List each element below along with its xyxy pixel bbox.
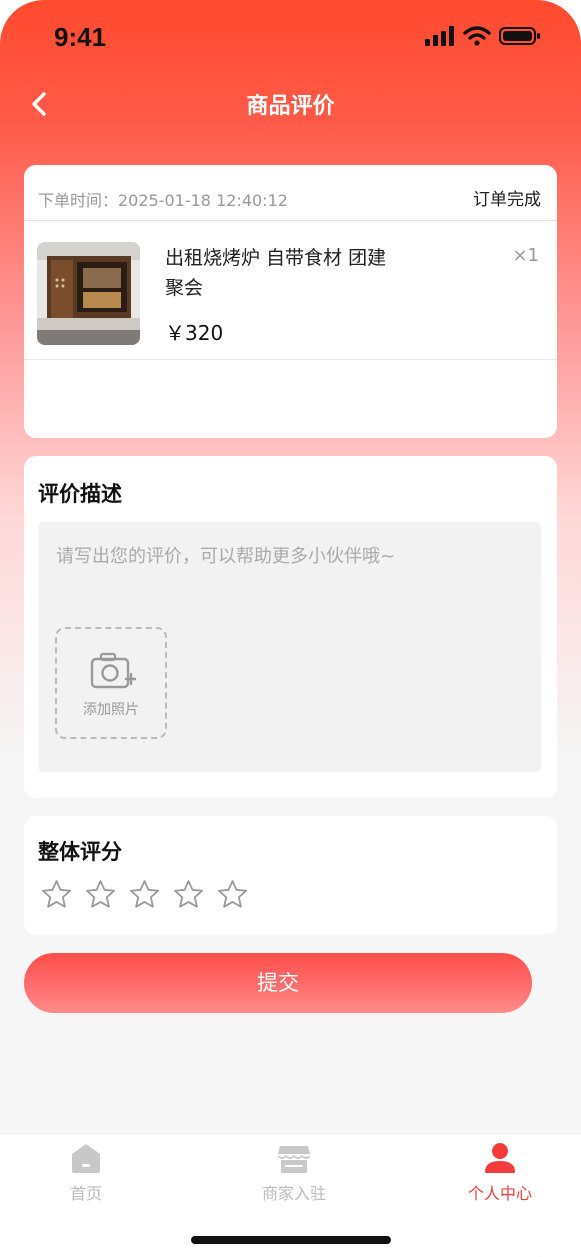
status-icons <box>425 26 541 46</box>
product-name: 出租烧烤炉 自带食材 团建聚会 <box>165 247 387 299</box>
divider <box>24 359 557 360</box>
submit-button[interactable]: 提交 <box>24 953 532 1013</box>
product-price: ￥320 <box>165 321 224 345</box>
tab-label: 个人中心 <box>467 1184 532 1203</box>
product-quantity: ×1 <box>512 245 539 266</box>
add-photo-button[interactable]: 添加照片 <box>55 627 167 739</box>
review-placeholder: 请写出您的评价，可以帮助更多小伙伴哦~ <box>56 546 396 567</box>
order-card: 下单时间：2025-01-18 12:40:12 订单完成 出租烧烤炉 自带食材… <box>24 165 557 438</box>
star-rating <box>40 878 249 911</box>
order-time: 下单时间：2025-01-18 12:40:12 <box>38 191 288 210</box>
status-bar: 9:41 <box>0 0 581 76</box>
star-icon[interactable] <box>40 878 73 911</box>
rating-card: 整体评分 <box>24 816 557 935</box>
camera-icon <box>90 652 136 689</box>
signal-icon <box>425 26 454 46</box>
star-icon[interactable] <box>128 878 161 911</box>
phone-screen: 9:41 商品评价 下单时间：2025-01-18 12:40:12 订单完成 … <box>0 0 581 1257</box>
home-icon <box>72 1144 100 1173</box>
star-icon[interactable] <box>216 878 249 911</box>
review-section-title: 评价描述 <box>38 482 122 506</box>
tab-home[interactable]: 首页 <box>16 1142 156 1204</box>
order-status: 订单完成 <box>473 190 541 210</box>
rating-section-title: 整体评分 <box>38 840 122 864</box>
review-card: 评价描述 请写出您的评价，可以帮助更多小伙伴哦~ 添加照片 <box>24 456 557 798</box>
order-header: 下单时间：2025-01-18 12:40:12 订单完成 <box>24 165 557 221</box>
store-icon <box>278 1146 310 1173</box>
wifi-icon <box>463 26 491 46</box>
review-textarea[interactable]: 请写出您的评价，可以帮助更多小伙伴哦~ 添加照片 <box>38 522 541 772</box>
tab-label: 首页 <box>69 1184 102 1203</box>
page-title: 商品评价 <box>246 94 335 119</box>
tab-label: 商家入驻 <box>261 1184 326 1203</box>
home-indicator <box>191 1236 391 1244</box>
product-image[interactable] <box>37 242 140 345</box>
tab-merchant[interactable]: 商家入驻 <box>224 1142 364 1204</box>
battery-icon <box>499 27 540 45</box>
status-time: 9:41 <box>54 22 107 52</box>
person-icon <box>485 1143 515 1173</box>
star-icon[interactable] <box>172 878 205 911</box>
nav-bar: 商品评价 <box>0 76 581 136</box>
add-photo-label: 添加照片 <box>83 702 139 718</box>
star-icon[interactable] <box>84 878 117 911</box>
tab-profile[interactable]: 个人中心 <box>430 1142 570 1204</box>
